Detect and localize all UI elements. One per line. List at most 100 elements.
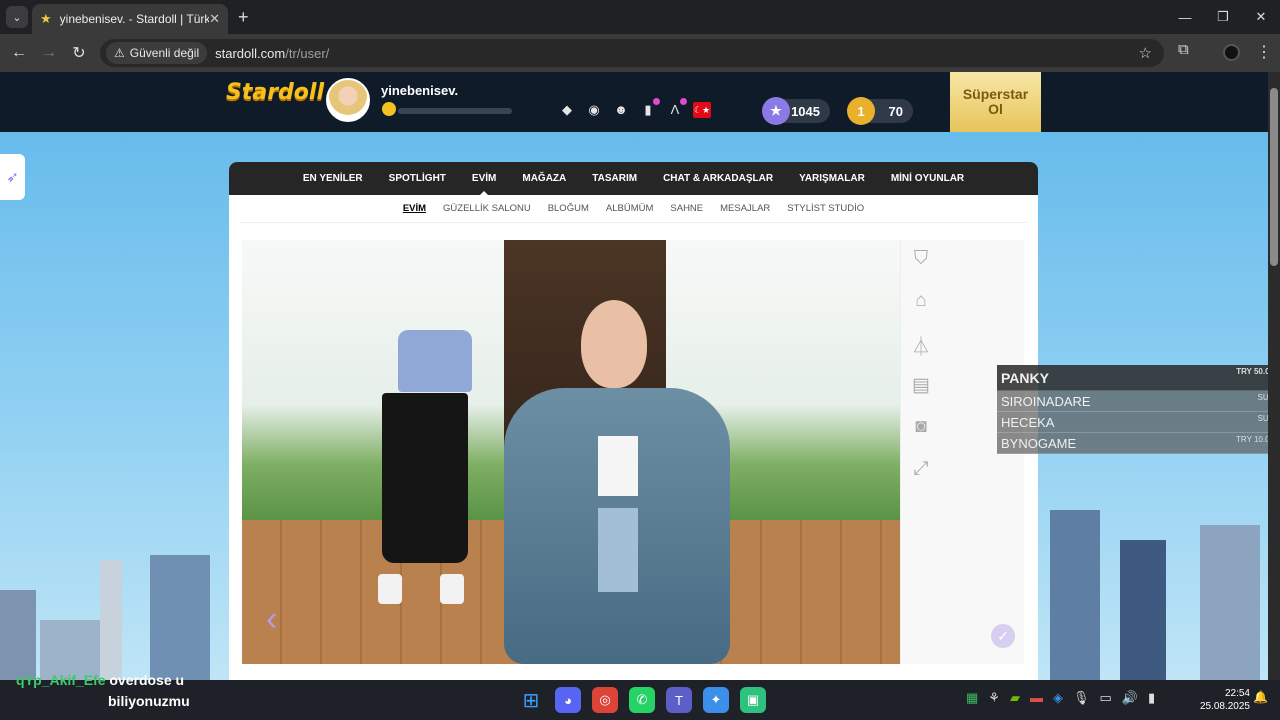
- url-host: stardoll.com: [215, 45, 286, 61]
- city-building: [1120, 540, 1166, 680]
- volume-icon[interactable]: 🔊: [1122, 690, 1138, 706]
- maximize-button[interactable]: ❐: [1204, 0, 1242, 34]
- browser-menu-icon[interactable]: ⋮: [1256, 42, 1272, 62]
- city-building: [150, 555, 210, 680]
- xp-progress-bar: [398, 108, 512, 114]
- app-icon[interactable]: ✦: [703, 687, 729, 713]
- tab-list-button[interactable]: ⌄: [6, 6, 28, 28]
- nav-spotlight[interactable]: SPOTLİGHT: [389, 173, 446, 184]
- teams-icon[interactable]: T: [666, 687, 692, 713]
- bookmark-icon[interactable]: ▮: [639, 98, 660, 118]
- tray-app-icon[interactable]: ▦: [966, 690, 978, 706]
- whatsapp-icon[interactable]: ✆: [629, 687, 655, 713]
- nav-chat-arkadaslar[interactable]: CHAT & ARKADAŞLAR: [663, 173, 773, 184]
- doll-shorts[interactable]: [598, 508, 638, 592]
- friends-icon[interactable]: ☻: [612, 102, 630, 118]
- bookmark-star-icon[interactable]: ☆: [1139, 44, 1152, 62]
- network-icon[interactable]: ▭: [1099, 690, 1111, 706]
- url-text[interactable]: stardoll.com/tr/user/: [215, 46, 329, 61]
- page-scrollbar[interactable]: [1268, 72, 1280, 680]
- sub-nav: EVİM GÜZELLİK SALONU BLOĞUM ALBÜMÜM SAHN…: [239, 195, 1028, 223]
- superstar-button[interactable]: Süperstar Ol: [950, 72, 1041, 132]
- windows-start-icon[interactable]: ⊞: [518, 687, 544, 713]
- reload-icon[interactable]: ↻: [64, 43, 94, 63]
- stardollars-counter[interactable]: ★ 1045: [762, 97, 830, 125]
- doll-shirt[interactable]: [598, 436, 638, 496]
- turkey-flag-icon[interactable]: ☾★: [693, 102, 711, 118]
- scrollbar-thumb[interactable]: [1270, 88, 1278, 266]
- browser-tab[interactable]: ★ yinebenisev. - Stardoll | Türkçe ✕: [32, 4, 228, 34]
- fullscreen-icon[interactable]: ⤢: [907, 458, 935, 482]
- shield-icon[interactable]: ◈: [1053, 690, 1063, 706]
- warning-icon: ⚠: [114, 46, 125, 60]
- subnav-blogum[interactable]: BLOĞUM: [548, 203, 589, 214]
- subnav-albumum[interactable]: ALBÜMÜM: [606, 203, 654, 214]
- stardoll-logo[interactable]: Stardoll: [226, 80, 324, 120]
- system-tray: ▦ ⚘ ▰ ▬ ◈ 🎙 ▭ 🔊 ▮: [966, 690, 1155, 706]
- overlay-top-donor: PANKY: [1001, 369, 1049, 386]
- security-chip[interactable]: ⚠ Güvenli değil: [106, 42, 208, 64]
- subnav-evim[interactable]: EVİM: [403, 203, 426, 214]
- forward-arrow-icon[interactable]: →: [34, 44, 64, 62]
- coins-value: 70: [888, 103, 903, 119]
- tray-app-icon[interactable]: ▬: [1030, 690, 1043, 706]
- avatar[interactable]: [326, 78, 370, 122]
- nvidia-icon[interactable]: ▰: [1010, 690, 1020, 706]
- tab-close-icon[interactable]: ✕: [209, 11, 220, 27]
- microphone-icon[interactable]: 🎙: [1073, 690, 1090, 706]
- rocket-icon: ➶: [6, 169, 19, 186]
- taskbar-clock[interactable]: 22:54 25.08.2025: [1200, 687, 1250, 713]
- prev-arrow-icon[interactable]: ‹: [266, 600, 277, 639]
- chrome-icon[interactable]: ◎: [592, 687, 618, 713]
- chat-message: overdose u: [109, 672, 185, 688]
- username[interactable]: yinebenisev.: [381, 83, 458, 98]
- minimize-button[interactable]: —: [1166, 0, 1204, 34]
- back-arrow-icon[interactable]: ←: [4, 44, 34, 62]
- side-rocket-button[interactable]: ➶: [0, 154, 25, 200]
- camera-icon[interactable]: ◙: [907, 416, 935, 440]
- donation-overlay: PANKY TRY 50.00 SIROINADARE SUB HECEKA S…: [997, 365, 1278, 456]
- chat-icon[interactable]: ◉: [585, 102, 603, 118]
- battery-icon[interactable]: ▮: [1148, 690, 1155, 706]
- outfit-shoe-right[interactable]: [440, 574, 464, 604]
- outfit-shoe-left[interactable]: [378, 574, 402, 604]
- nav-mini-oyunlar[interactable]: Mİ­Nİ OYUNLAR: [891, 173, 964, 184]
- new-tab-button[interactable]: +: [238, 7, 249, 28]
- subnav-mesajlar[interactable]: MESAJLAR: [720, 203, 770, 214]
- cart-icon[interactable]: ▤: [907, 374, 935, 398]
- hanger-icon[interactable]: ⏃: [907, 332, 935, 358]
- outfit-top[interactable]: [398, 330, 472, 392]
- bell-icon[interactable]: ◆: [558, 102, 576, 118]
- close-window-button[interactable]: ✕: [1242, 0, 1280, 34]
- nav-evim[interactable]: EVİM: [472, 173, 496, 196]
- clock-date: 25.08.2025: [1199, 701, 1250, 712]
- outfit-pants[interactable]: [382, 393, 468, 563]
- security-label: Güvenli değil: [129, 46, 200, 60]
- tray-app-icon[interactable]: ⚘: [988, 690, 1000, 706]
- stream-chat-line: qYp_Akif_Efe overdose u: [16, 672, 184, 688]
- confirm-check-icon[interactable]: ✓: [991, 624, 1015, 648]
- subnav-sahne[interactable]: SAHNE: [670, 203, 703, 214]
- doll-head[interactable]: [581, 300, 647, 388]
- bag-icon[interactable]: ⛉: [907, 248, 935, 272]
- style-icon[interactable]: Λ: [666, 98, 687, 118]
- nav-en-yeniler[interactable]: EN YENİLER: [303, 173, 363, 184]
- home-icon[interactable]: ⌂: [907, 290, 935, 314]
- nav-tasarim[interactable]: TASARIM: [592, 173, 637, 184]
- chat-message-continued: biliyonuzmu: [108, 693, 190, 709]
- clock-time: 22:54: [1224, 688, 1250, 699]
- superstar-label-2: Ol: [988, 101, 1003, 117]
- address-bar[interactable]: ⚠ Güvenli değil stardoll.com/tr/user/ ☆: [100, 39, 1164, 67]
- notification-bell-icon[interactable]: 🔔: [1253, 690, 1268, 704]
- coins-counter[interactable]: 1 70: [847, 97, 913, 125]
- nav-magaza[interactable]: MAĞAZA: [522, 173, 566, 184]
- subnav-guzellik-salonu[interactable]: GÜZELLİK SALONU: [443, 203, 531, 214]
- discord-icon[interactable]: ◕: [555, 687, 581, 713]
- game-app-icon[interactable]: ▣: [740, 687, 766, 713]
- nav-yarismalar[interactable]: YARIŞMALAR: [799, 173, 865, 184]
- extensions-icon[interactable]: ⧉: [1178, 41, 1189, 58]
- profile-avatar[interactable]: [1223, 44, 1240, 61]
- overlay-row: BYNOGAME TRY 10.00: [997, 433, 1278, 454]
- browser-tab-bar: ⌄ ★ yinebenisev. - Stardoll | Türkçe ✕ +…: [0, 0, 1280, 34]
- subnav-stylist-studio[interactable]: STYLİST STUDİO: [787, 203, 864, 214]
